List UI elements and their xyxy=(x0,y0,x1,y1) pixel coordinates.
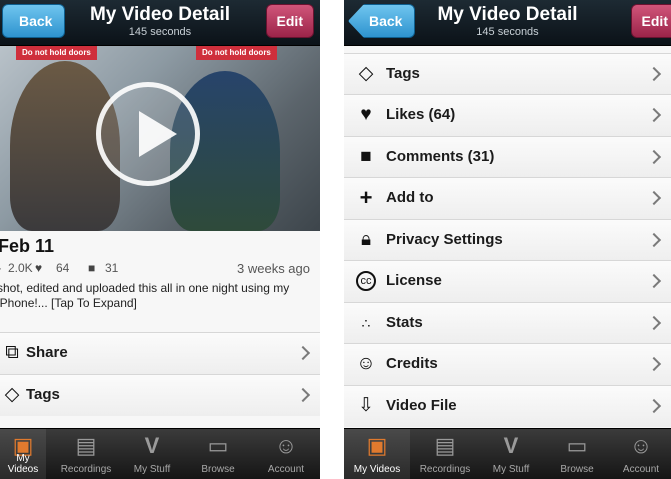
sign-sticker: Do not hold doors xyxy=(16,46,97,60)
left-screen: Back My Video Detail 145 seconds Edit Do… xyxy=(0,0,320,479)
tab-label: Browse xyxy=(560,464,594,475)
smiley-icon: ☺ xyxy=(274,433,298,458)
plus-icon: + xyxy=(359,185,373,210)
video-stats: · 2.0K ♥ 64 ■ 31 3 weeks ago xyxy=(0,261,316,277)
tab-label: Account xyxy=(622,464,660,475)
tab-recordings[interactable]: ▤ Recordings xyxy=(56,429,116,479)
row-stats[interactable]: ∴ Stats xyxy=(344,302,671,344)
clapperboard-icon: ▤ xyxy=(75,433,97,458)
video-age: 3 weeks ago xyxy=(237,261,310,276)
tab-my-videos[interactable]: ▣ My Videos xyxy=(344,429,410,479)
row-label: Tags xyxy=(26,386,60,403)
row-comments[interactable]: ■ Comments (31) xyxy=(344,136,671,178)
comment-icon: ■ xyxy=(360,146,372,167)
tab-recordings[interactable]: ▤ Recordings xyxy=(414,429,476,479)
tab-browse[interactable]: ▭ Browse xyxy=(190,429,246,479)
row-label: Video File xyxy=(386,397,457,414)
nav-bar: Back My Video Detail 145 seconds Edit xyxy=(0,0,320,46)
edit-button[interactable]: Edit xyxy=(630,4,671,38)
download-tray-icon: ⇩ xyxy=(358,395,374,416)
page-title: My Video Detail xyxy=(437,4,578,25)
tab-account[interactable]: ☺ Account xyxy=(256,429,316,479)
tv-icon: ▭ xyxy=(207,433,229,458)
row-share[interactable]: ⧉ Share xyxy=(0,332,320,374)
chevron-right-icon xyxy=(646,66,662,82)
chevron-right-icon xyxy=(646,398,662,414)
cc-license-icon: cc xyxy=(356,271,376,291)
chevron-right-icon xyxy=(646,190,662,206)
tab-my-stuff[interactable]: V My Stuff xyxy=(124,429,180,479)
stats-icon: ∴ xyxy=(361,315,371,331)
row-add-to[interactable]: + Add to xyxy=(344,177,671,219)
right-screen: Back My Video Detail 145 seconds Edit ◇ … xyxy=(344,0,671,479)
vimeo-v-icon: V xyxy=(503,433,519,458)
chevron-right-icon xyxy=(295,345,311,361)
row-label: Credits xyxy=(386,355,438,372)
tab-label: Browse xyxy=(201,464,235,475)
tag-icon: ◇ xyxy=(358,63,374,84)
nav-bar: Back My Video Detail 145 seconds Edit xyxy=(344,0,671,46)
row-license[interactable]: cc License xyxy=(344,260,671,302)
smiley-icon: ☺ xyxy=(629,433,653,458)
tab-browse[interactable]: ▭ Browse xyxy=(546,429,608,479)
tag-icon: ◇ xyxy=(4,384,20,405)
tab-label: My Videos xyxy=(353,464,401,475)
video-title: Feb 11 xyxy=(0,236,55,256)
video-description[interactable]: shot, edited and uploaded this all in on… xyxy=(0,281,317,311)
row-label: Add to xyxy=(386,189,434,206)
tab-bar: ▣ My Videos ▤ Recordings V My Stuff ▭ Br… xyxy=(344,428,671,479)
row-label: Privacy Settings xyxy=(386,231,503,248)
edit-button[interactable]: Edit xyxy=(265,4,314,38)
row-privacy-settings[interactable]: 🔒︎ Privacy Settings xyxy=(344,219,671,261)
heart-icon: ♥ xyxy=(360,104,372,125)
vimeo-v-icon: V xyxy=(144,433,160,458)
row-credits[interactable]: ☺ Credits xyxy=(344,343,671,385)
clapperboard-icon: ▤ xyxy=(434,433,456,458)
comment-icon: ■ xyxy=(88,261,96,275)
row-label: Comments (31) xyxy=(386,148,495,165)
row-label: Share xyxy=(26,344,68,361)
chevron-right-icon xyxy=(295,387,311,403)
row-tags[interactable]: ◇ Tags xyxy=(344,53,671,95)
tab-label: My Videos xyxy=(7,453,39,475)
video-film-icon: ▣ xyxy=(366,433,388,458)
chevron-right-icon xyxy=(646,315,662,331)
tab-my-videos[interactable]: ▣ My Videos xyxy=(0,429,46,479)
chevron-right-icon xyxy=(646,149,662,165)
plays-count: 2.0K xyxy=(8,261,33,275)
row-label: License xyxy=(386,272,442,289)
tv-icon: ▭ xyxy=(566,433,588,458)
play-button[interactable] xyxy=(96,82,200,186)
play-icon xyxy=(139,111,177,157)
chevron-right-icon xyxy=(646,356,662,372)
comments-count: 31 xyxy=(105,261,119,275)
likes-count: 64 xyxy=(56,261,70,275)
tab-my-stuff[interactable]: V My Stuff xyxy=(480,429,542,479)
plays-icon: · xyxy=(0,261,2,275)
tab-label: Recordings xyxy=(419,464,471,475)
row-label: Stats xyxy=(386,314,423,331)
tab-label: My Stuff xyxy=(133,464,171,475)
video-thumbnail[interactable]: Do not hold doors Do not hold doors xyxy=(0,46,320,231)
page-subtitle: 145 seconds xyxy=(476,26,539,38)
chevron-right-icon xyxy=(646,232,662,248)
row-label: Likes (64) xyxy=(386,106,456,123)
tab-account[interactable]: ☺ Account xyxy=(612,429,670,479)
sign-sticker: Do not hold doors xyxy=(196,46,277,60)
chevron-right-icon xyxy=(646,273,662,289)
smiley-icon: ☺ xyxy=(356,353,376,374)
tab-label: Account xyxy=(267,464,305,475)
share-icon: ⧉ xyxy=(5,342,19,363)
tab-label: Recordings xyxy=(60,464,112,475)
row-likes[interactable]: ♥ Likes (64) xyxy=(344,94,671,136)
row-tags[interactable]: ◇ Tags xyxy=(0,374,320,416)
tab-bar: ▣ My Videos ▤ Recordings V My Stuff ▭ Br… xyxy=(0,428,320,479)
row-label: Tags xyxy=(386,65,420,82)
tab-label: My Stuff xyxy=(492,464,530,475)
screen-divider xyxy=(320,0,344,479)
heart-icon: ♥ xyxy=(35,261,43,275)
lock-icon: 🔒︎ xyxy=(360,229,372,250)
row-video-file[interactable]: ⇩ Video File xyxy=(344,385,671,427)
chevron-right-icon xyxy=(646,107,662,123)
